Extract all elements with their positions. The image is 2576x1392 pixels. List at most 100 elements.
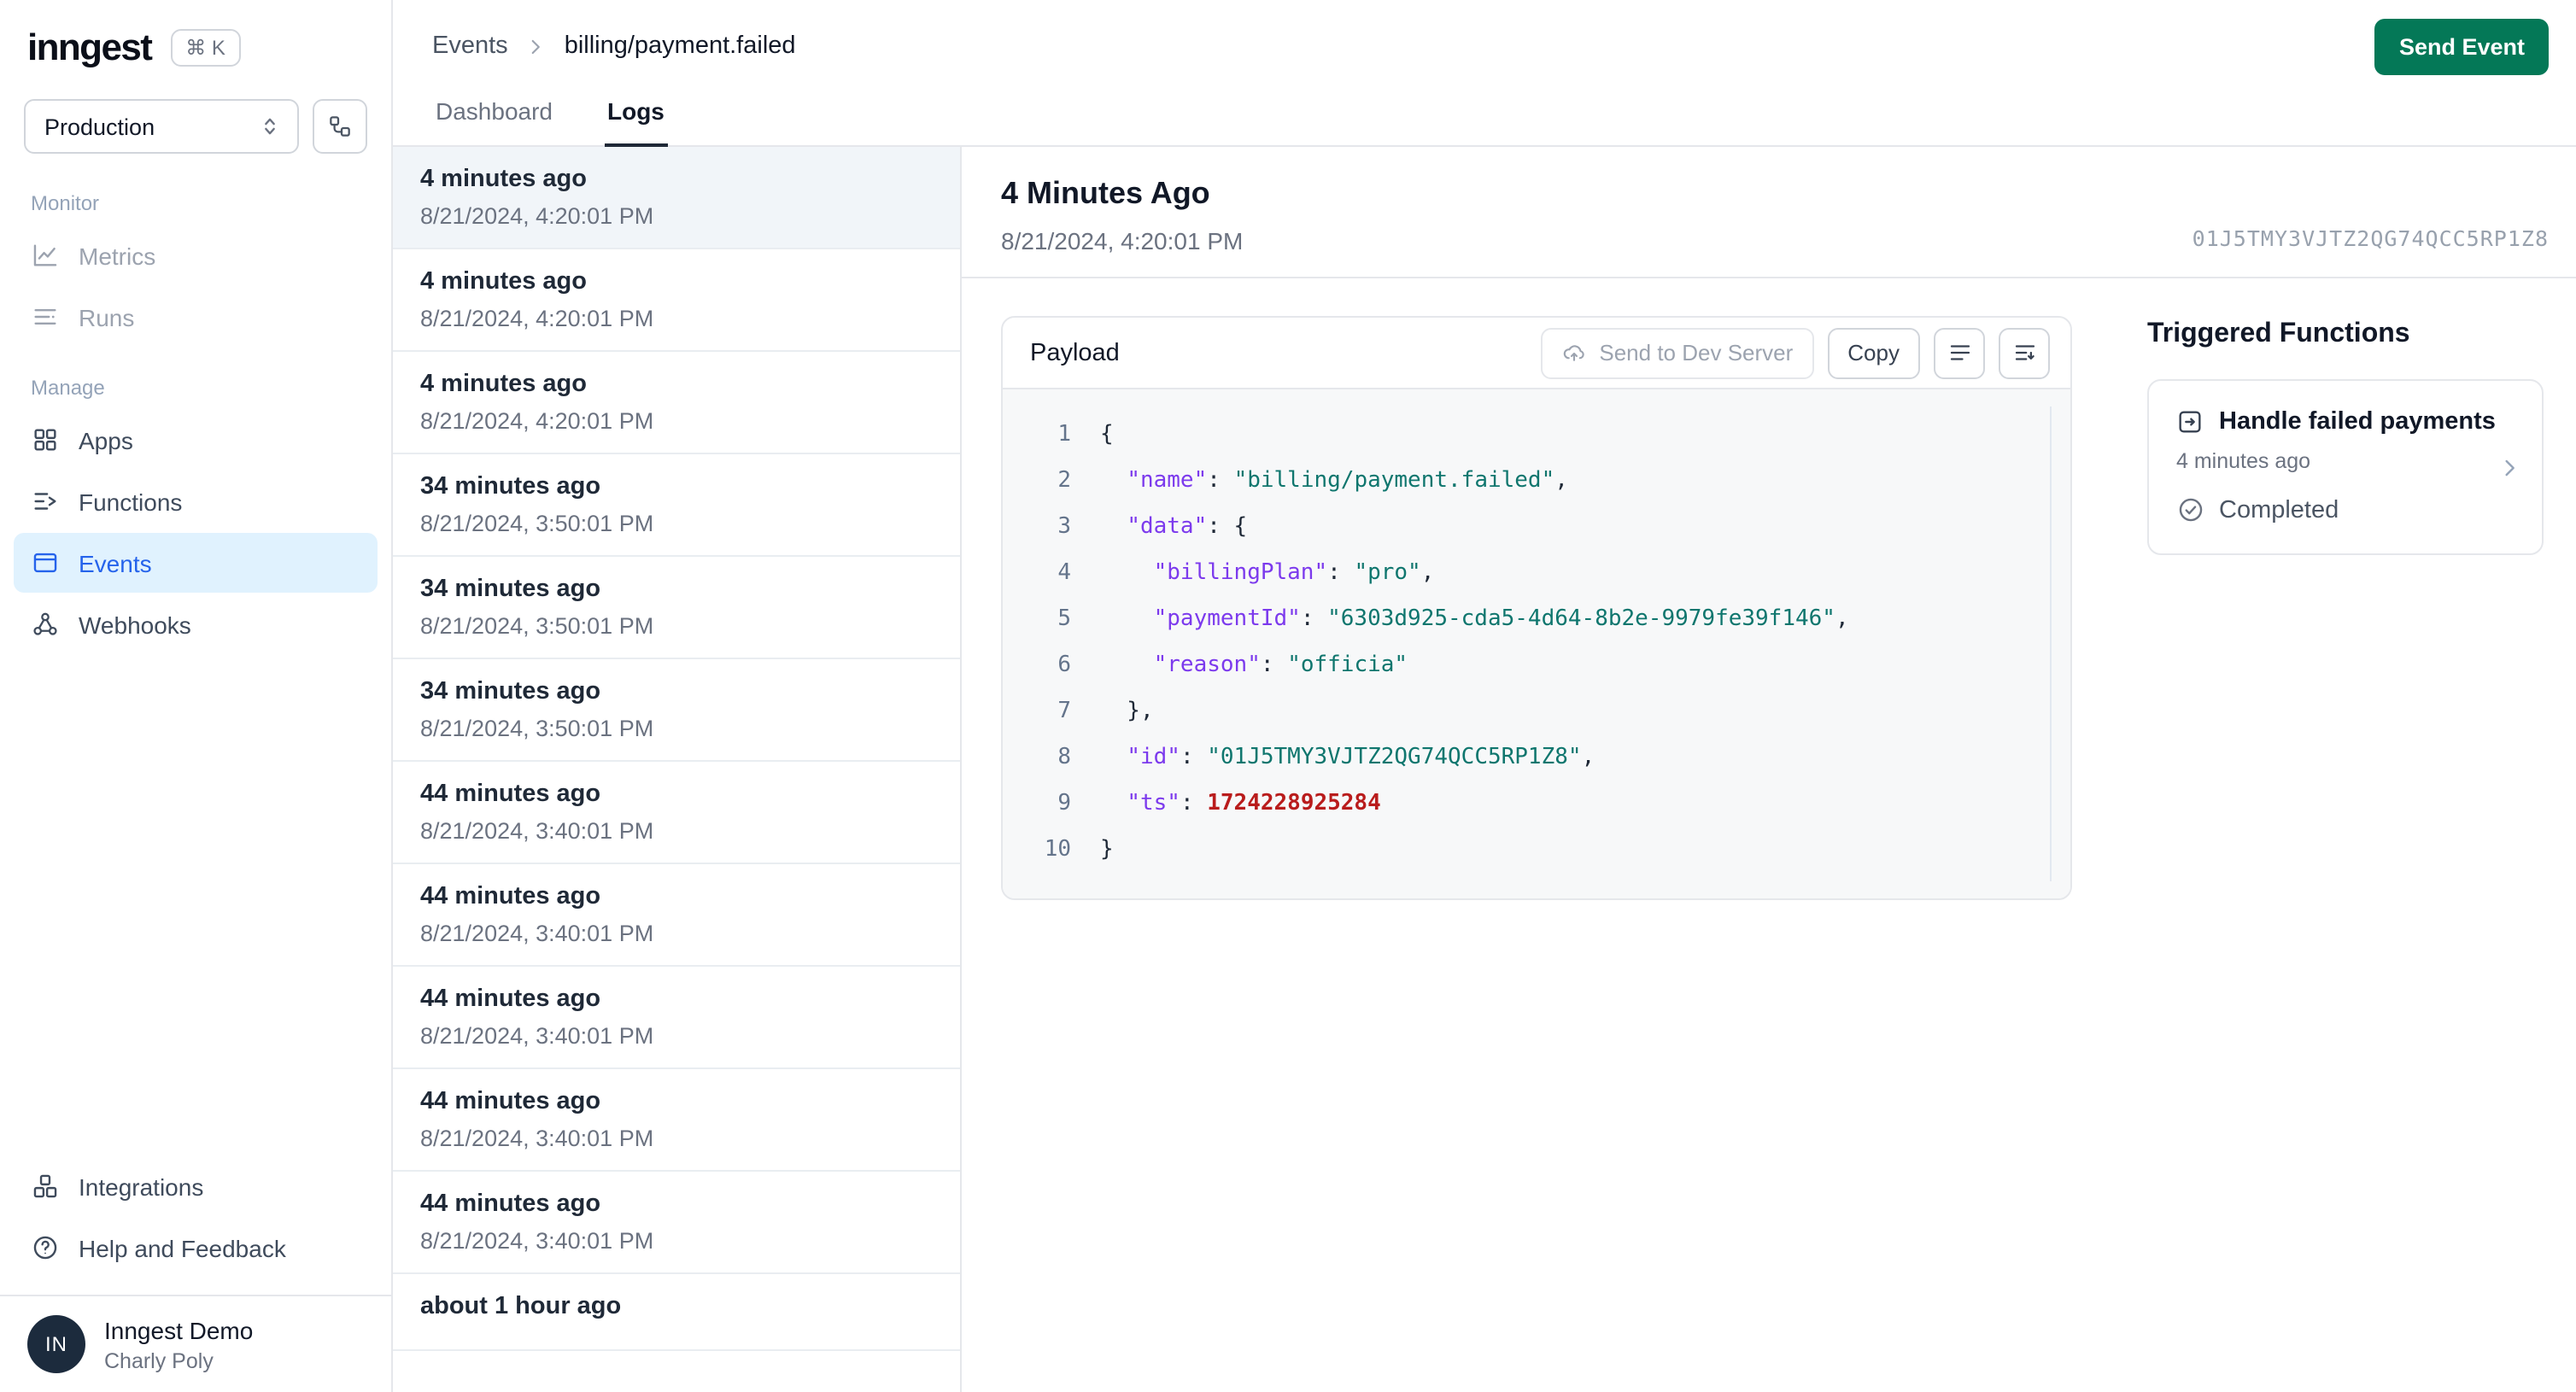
- event-item-title: 44 minutes ago: [420, 1190, 601, 1218]
- line-number: 4: [1057, 560, 1071, 586]
- environment-select[interactable]: Production: [24, 99, 299, 154]
- event-item-timestamp: 8/21/2024, 3:40:01 PM: [420, 1126, 654, 1151]
- event-title: 4 Minutes Ago: [1001, 176, 1210, 210]
- integrations-icon: [31, 1172, 60, 1201]
- event-list-item[interactable]: 44 minutes ago 8/21/2024, 3:40:01 PM: [393, 967, 960, 1069]
- align-lines-button[interactable]: [1934, 327, 1985, 378]
- code-line: 7 },: [1003, 688, 2070, 734]
- sidebar-item-label: Webhooks: [79, 611, 191, 638]
- triggered-function-card[interactable]: Handle failed payments 4 minutes ago Com…: [2147, 379, 2544, 555]
- event-item-timestamp: 8/21/2024, 3:40:01 PM: [420, 921, 654, 946]
- sidebar-item-apps[interactable]: Apps: [14, 410, 378, 470]
- functions-icon: [31, 487, 60, 516]
- event-item-title: 34 minutes ago: [420, 576, 601, 603]
- payload-code[interactable]: 1{ 2 "name": "billing/payment.failed", 3 "…: [1003, 389, 2070, 898]
- topbar: Events billing/payment.failed Send Event: [393, 0, 2576, 75]
- inngest-logo[interactable]: inngest: [27, 26, 153, 70]
- copy-button[interactable]: Copy: [1827, 327, 1920, 378]
- event-list-item[interactable]: 4 minutes ago 8/21/2024, 4:20:01 PM: [393, 249, 960, 352]
- event-item-title: 44 minutes ago: [420, 986, 601, 1013]
- sidebar-item-label: Events: [79, 549, 152, 576]
- tab-logs[interactable]: Logs: [604, 79, 668, 147]
- code-text: },: [1100, 699, 1154, 724]
- line-number: 1: [1057, 422, 1071, 447]
- command-k-shortcut[interactable]: ⌘ K: [170, 29, 241, 67]
- event-list-item[interactable]: 4 minutes ago 8/21/2024, 4:20:01 PM: [393, 147, 960, 249]
- line-number: 9: [1057, 791, 1071, 816]
- event-list-item[interactable]: 44 minutes ago 8/21/2024, 3:40:01 PM: [393, 762, 960, 864]
- event-list-item[interactable]: about 1 hour ago: [393, 1274, 960, 1351]
- user-name: Inngest Demo: [104, 1316, 254, 1343]
- function-icon: [2176, 408, 2204, 436]
- event-timestamp: 8/21/2024, 4:20:01 PM: [1001, 227, 1244, 254]
- sidebar-item-metrics[interactable]: Metrics: [14, 225, 378, 285]
- event-item-title: 4 minutes ago: [420, 371, 587, 398]
- sidebar-item-integrations[interactable]: Integrations: [14, 1156, 378, 1216]
- event-list-item[interactable]: 34 minutes ago 8/21/2024, 3:50:01 PM: [393, 454, 960, 557]
- code-line: 3 "data": {: [1003, 504, 2070, 550]
- line-number: 3: [1057, 514, 1071, 540]
- event-item-timestamp: 8/21/2024, 3:40:01 PM: [420, 1023, 654, 1049]
- event-item-title: 4 minutes ago: [420, 166, 587, 193]
- main-area: Events billing/payment.failed Send Event…: [393, 0, 2576, 1392]
- sidebar-item-help[interactable]: Help and Feedback: [14, 1218, 378, 1278]
- chevron-right-icon: [2496, 453, 2523, 481]
- nav-section-label: Monitor: [31, 191, 100, 215]
- code-text: "name": "billing/payment.failed",: [1127, 468, 1568, 494]
- event-item-title: 34 minutes ago: [420, 678, 601, 705]
- wrap-lines-button[interactable]: [1999, 327, 2050, 378]
- sidebar-item-label: Functions: [79, 488, 183, 515]
- code-line: 6 "reason": "officia": [1003, 642, 2070, 688]
- event-list-item[interactable]: 4 minutes ago 8/21/2024, 4:20:01 PM: [393, 352, 960, 454]
- sidebar-item-label: Help and Feedback: [79, 1234, 286, 1261]
- chevron-right-icon: [525, 35, 547, 57]
- event-item-timestamp: 8/21/2024, 3:50:01 PM: [420, 511, 654, 536]
- detail-body: Payload Send to Dev Server Copy 1 {2 "n…: [962, 278, 2576, 1392]
- avatar: IN: [27, 1315, 85, 1373]
- sidebar-item-label: Runs: [79, 303, 135, 330]
- event-list-item[interactable]: 34 minutes ago 8/21/2024, 3:50:01 PM: [393, 659, 960, 762]
- event-list-item[interactable]: 44 minutes ago 8/21/2024, 3:40:01 PM: [393, 1069, 960, 1172]
- code-text: }: [1100, 837, 1114, 863]
- send-to-dev-server-button[interactable]: Send to Dev Server: [1541, 327, 1814, 378]
- detail-header-left: 4 Minutes Ago 8/21/2024, 4:20:01 PM: [1001, 176, 1243, 254]
- sidebar-footer: Integrations Help and Feedback IN Innges…: [0, 1155, 391, 1392]
- flow-icon: [326, 113, 354, 140]
- check-circle-icon: [2176, 495, 2205, 524]
- code-line: 9 "ts": 1724228925284: [1003, 781, 2070, 827]
- tab-dashboard[interactable]: Dashboard: [432, 79, 556, 145]
- event-item-timestamp: 8/21/2024, 3:40:01 PM: [420, 818, 654, 844]
- line-number: 8: [1057, 745, 1071, 770]
- sidebar-item-runs[interactable]: Runs: [14, 287, 378, 347]
- sidebar: inngest ⌘ K Production Monitor Metrics R…: [0, 0, 393, 1392]
- event-id: 01J5TMY3VJTZ2QG74QCC5RP1Z8: [2192, 225, 2549, 251]
- event-list-item[interactable]: 44 minutes ago 8/21/2024, 3:40:01 PM: [393, 1172, 960, 1274]
- runs-icon: [31, 302, 60, 331]
- user-info: Inngest Demo Charly Poly: [104, 1316, 253, 1372]
- content: 4 minutes ago 8/21/2024, 4:20:01 PM 4 mi…: [393, 147, 2576, 1392]
- send-event-button[interactable]: Send Event: [2374, 18, 2549, 74]
- sidebar-item-webhooks[interactable]: Webhooks: [14, 594, 378, 654]
- sidebar-item-functions[interactable]: Functions: [14, 471, 378, 531]
- environment-manage-button[interactable]: [313, 99, 367, 154]
- detail-header: 4 Minutes Ago 8/21/2024, 4:20:01 PM 01J5…: [962, 147, 2576, 278]
- event-item-title: 44 minutes ago: [420, 883, 601, 910]
- user-menu[interactable]: IN Inngest Demo Charly Poly: [0, 1295, 391, 1392]
- code-text: "paymentId": "6303d925-cda5-4d64-8b2e-99…: [1153, 606, 1849, 632]
- event-list-item[interactable]: 44 minutes ago 8/21/2024, 3:40:01 PM: [393, 864, 960, 967]
- event-item-title: 44 minutes ago: [420, 781, 601, 808]
- code-line: 4 "billingPlan": "pro",: [1003, 550, 2070, 596]
- event-item-title: 34 minutes ago: [420, 473, 601, 500]
- help-icon: [31, 1233, 60, 1262]
- event-item-timestamp: 8/21/2024, 3:50:01 PM: [420, 716, 654, 741]
- sidebar-item-events[interactable]: Events: [14, 533, 378, 593]
- breadcrumb-events[interactable]: Events: [432, 32, 508, 60]
- line-number: 2: [1057, 468, 1071, 494]
- tab-bar: Dashboard Logs: [393, 75, 2576, 147]
- event-list-item[interactable]: 34 minutes ago 8/21/2024, 3:50:01 PM: [393, 557, 960, 659]
- function-name: Handle failed payments: [2219, 408, 2496, 436]
- metrics-icon: [31, 241, 60, 270]
- align-lines-icon: [1947, 340, 1972, 366]
- breadcrumb-current: billing/payment.failed: [564, 32, 796, 60]
- code-line: 1{: [1003, 412, 2070, 458]
